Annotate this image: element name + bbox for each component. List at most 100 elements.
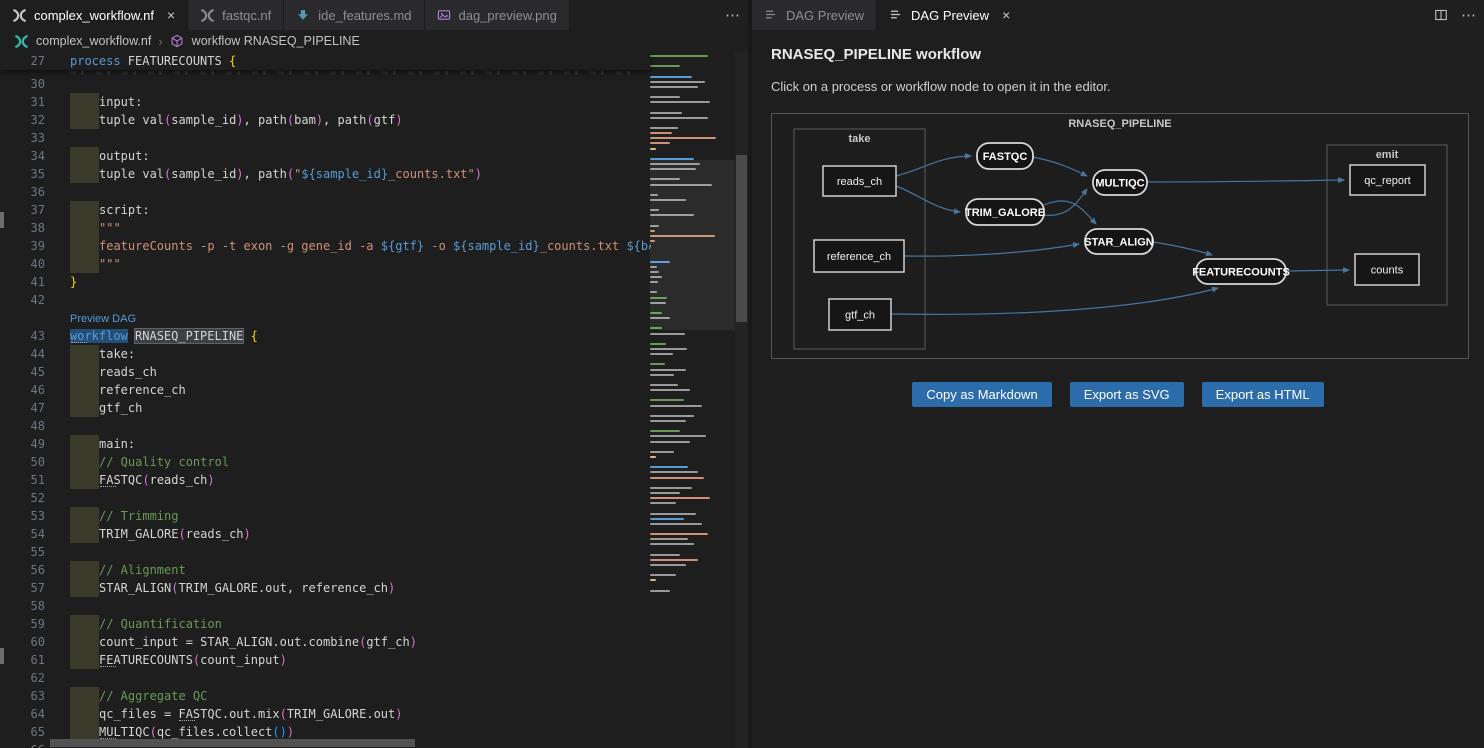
indent-highlight (70, 345, 99, 363)
code-line[interactable]: 60count_input = STAR_ALIGN.out.combine(g… (0, 633, 748, 651)
code-line[interactable]: 57STAR_ALIGN(TRIM_GALORE.out, reference_… (0, 579, 748, 597)
code-line[interactable]: 50// Quality control (0, 453, 748, 471)
tab-dag-preview[interactable]: DAG Preview× (877, 0, 1023, 30)
code-line[interactable]: 59// Quantification (0, 615, 748, 633)
dag-diagram: takeemitRNASEQ_PIPELINEreads_chreference… (771, 113, 1469, 359)
nextflow-icon (12, 8, 27, 23)
close-icon[interactable]: × (167, 8, 175, 22)
breadcrumb-symbol[interactable]: workflow RNASEQ_PIPELINE (192, 34, 360, 48)
code-line[interactable]: 33 (0, 129, 748, 147)
codelens-preview-dag[interactable]: Preview DAG (70, 313, 136, 325)
dag-process-node-STAR_ALIGN[interactable]: STAR_ALIGN (1084, 229, 1154, 254)
breadcrumb-file[interactable]: complex_workflow.nf (36, 34, 151, 48)
breadcrumb-separator-icon: › (158, 34, 162, 49)
dag-channel-node-counts[interactable]: counts (1355, 254, 1419, 285)
code-line[interactable]: 38""" (0, 219, 748, 237)
vscode-window: complex_workflow.nf×fastqc.nfide_feature… (0, 0, 1484, 748)
dag-node-label: TRIM_GALORE (965, 207, 1045, 219)
code-line[interactable]: 42 (0, 291, 748, 309)
dag-node-label: reference_ch (827, 251, 891, 263)
line-number: 44 (0, 345, 70, 363)
code-line[interactable]: 30 (0, 75, 748, 93)
code-line[interactable]: 49main: (0, 435, 748, 453)
sticky-scroll-line[interactable]: 27process FEATURECOUNTS { (0, 52, 650, 70)
code-line[interactable]: 63// Aggregate QC (0, 687, 748, 705)
gutter-decoration (0, 212, 4, 228)
preview-icon (764, 8, 779, 23)
split-editor-icon[interactable] (1434, 8, 1449, 23)
code-line[interactable]: 34output: (0, 147, 748, 165)
tab-fastqc-nf[interactable]: fastqc.nf (188, 0, 284, 30)
vertical-scrollbar-thumb[interactable] (736, 155, 747, 322)
code-line[interactable]: 47gtf_ch (0, 399, 748, 417)
export-as-html-button[interactable]: Export as HTML (1202, 382, 1324, 407)
tab-dag-preview[interactable]: DAG Preview (752, 0, 877, 30)
dag-node-label: FASTQC (983, 151, 1028, 163)
indent-highlight (70, 165, 99, 183)
code-line[interactable]: 32tuple val(sample_id), path(bam), path(… (0, 111, 748, 129)
indent-highlight (70, 93, 99, 111)
dag-process-node-TRIM_GALORE[interactable]: TRIM_GALORE (965, 199, 1045, 225)
dag-channel-node-qc_report[interactable]: qc_report (1350, 165, 1425, 195)
code-line[interactable]: 64qc_files = FASTQC.out.mix(TRIM_GALORE.… (0, 705, 748, 723)
dag-channel-node-reads_ch[interactable]: reads_ch (823, 166, 896, 196)
tab-dag-preview-png[interactable]: dag_preview.png (425, 0, 570, 30)
code-line[interactable]: 40""" (0, 255, 748, 273)
export-as-svg-button[interactable]: Export as SVG (1070, 382, 1184, 407)
more-actions-icon[interactable]: ⋯ (1461, 6, 1476, 24)
tab-complex-workflow-nf[interactable]: complex_workflow.nf× (0, 0, 188, 30)
dag-process-node-FASTQC[interactable]: FASTQC (977, 143, 1033, 169)
code-line[interactable]: 31input: (0, 93, 748, 111)
more-actions-icon[interactable]: ⋯ (725, 6, 740, 24)
code-line[interactable]: 35tuple val(sample_id), path("${sample_i… (0, 165, 748, 183)
horizontal-scrollbar[interactable] (0, 738, 650, 748)
horizontal-scrollbar-thumb[interactable] (50, 739, 415, 747)
code-line[interactable]: 53// Trimming (0, 507, 748, 525)
close-icon[interactable]: × (1002, 8, 1010, 22)
copy-as-markdown-button[interactable]: Copy as Markdown (912, 382, 1051, 407)
code-line[interactable]: 58 (0, 597, 748, 615)
indent-highlight (70, 453, 99, 471)
line-number: 50 (0, 453, 70, 471)
editor-group-left: complex_workflow.nf×fastqc.nfide_feature… (0, 0, 748, 748)
line-number: 31 (0, 93, 70, 111)
code-line[interactable]: Preview DAG (0, 309, 748, 327)
code-line[interactable]: 48 (0, 417, 748, 435)
code-line[interactable]: 55 (0, 543, 748, 561)
sticky-line[interactable]: 27process FEATURECOUNTS { (0, 52, 650, 70)
code-line[interactable]: 62 (0, 669, 748, 687)
code-line[interactable]: 41} (0, 273, 748, 291)
code-line[interactable]: 56// Alignment (0, 561, 748, 579)
dag-process-node-MULTIQC[interactable]: MULTIQC (1093, 170, 1147, 195)
dag-edge-reads_ch-to-FASTQC (896, 156, 971, 176)
code-line[interactable]: 54TRIM_GALORE(reads_ch) (0, 525, 748, 543)
indent-highlight (70, 633, 99, 651)
code-editor[interactable]: 27process FEATURECOUNTS { 3031input:32tu… (0, 52, 748, 748)
code-line[interactable]: 36 (0, 183, 748, 201)
dag-edge-FASTQC-to-MULTIQC (1033, 157, 1087, 176)
code-line[interactable]: 43workflow RNASEQ_PIPELINE { (0, 327, 748, 345)
tab-ide-features-md[interactable]: ide_features.md (284, 0, 424, 30)
dag-process-node-FEATURECOUNTS[interactable]: FEATURECOUNTS (1192, 259, 1290, 284)
vertical-scrollbar[interactable] (735, 52, 748, 748)
minimap-slider[interactable] (650, 160, 735, 330)
code-line[interactable]: 52 (0, 489, 748, 507)
line-number: 56 (0, 561, 70, 579)
line-number: 63 (0, 687, 70, 705)
line-number: 45 (0, 363, 70, 381)
code-line[interactable]: 51FASTQC(reads_ch) (0, 471, 748, 489)
dag-edge-reads_ch-to-TRIM_GALORE (896, 186, 960, 212)
code-line[interactable]: 37script: (0, 201, 748, 219)
code-line[interactable]: 44take: (0, 345, 748, 363)
dag-channel-node-gtf_ch[interactable]: gtf_ch (829, 299, 891, 330)
code-line[interactable]: 46reference_ch (0, 381, 748, 399)
minimap[interactable] (650, 55, 735, 748)
dag-node-label: MULTIQC (1095, 178, 1144, 190)
code-line[interactable]: 61FEATURECOUNTS(count_input) (0, 651, 748, 669)
code-line[interactable]: 45reads_ch (0, 363, 748, 381)
code-line[interactable]: 39featureCounts -p -t exon -g gene_id -a… (0, 237, 748, 255)
line-number: 61 (0, 651, 70, 669)
line-number: 54 (0, 525, 70, 543)
dag-edge-reference_ch-to-STAR_ALIGN (904, 244, 1079, 256)
dag-channel-node-reference_ch[interactable]: reference_ch (814, 240, 904, 272)
